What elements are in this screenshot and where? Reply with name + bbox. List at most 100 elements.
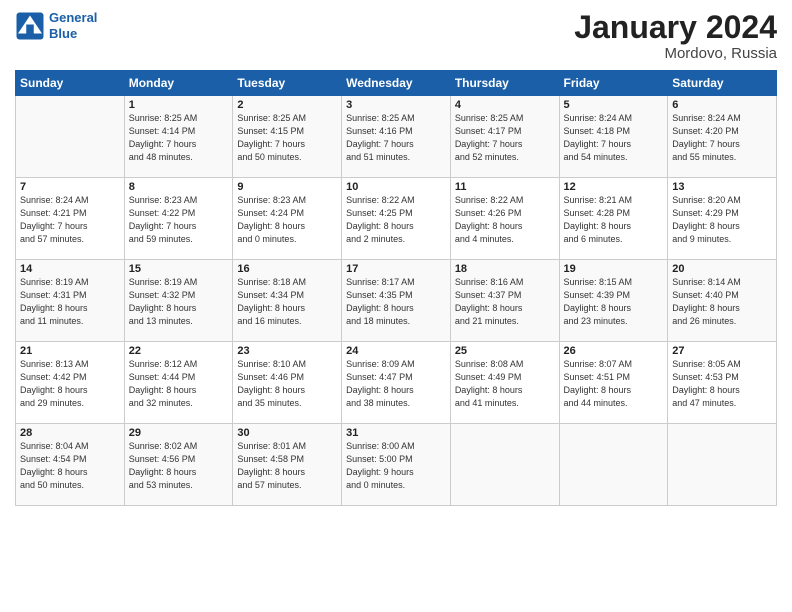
day-detail: Sunrise: 8:23 AMSunset: 4:24 PMDaylight:… (237, 194, 337, 246)
day-number: 1 (129, 99, 229, 111)
day-detail: Sunrise: 8:24 AMSunset: 4:21 PMDaylight:… (20, 194, 120, 246)
calendar-week-row: 14Sunrise: 8:19 AMSunset: 4:31 PMDayligh… (16, 260, 777, 342)
day-detail: Sunrise: 8:05 AMSunset: 4:53 PMDaylight:… (672, 358, 772, 410)
logo-icon (15, 11, 45, 41)
day-detail: Sunrise: 8:02 AMSunset: 4:56 PMDaylight:… (129, 440, 229, 492)
calendar-cell: 14Sunrise: 8:19 AMSunset: 4:31 PMDayligh… (16, 260, 125, 342)
weekday-header: Friday (559, 71, 668, 96)
day-number: 31 (346, 427, 446, 439)
day-number: 21 (20, 345, 120, 357)
calendar-week-row: 21Sunrise: 8:13 AMSunset: 4:42 PMDayligh… (16, 342, 777, 424)
calendar-cell (559, 424, 668, 506)
calendar-cell: 5Sunrise: 8:24 AMSunset: 4:18 PMDaylight… (559, 96, 668, 178)
calendar-cell (450, 424, 559, 506)
calendar-cell: 21Sunrise: 8:13 AMSunset: 4:42 PMDayligh… (16, 342, 125, 424)
day-detail: Sunrise: 8:25 AMSunset: 4:17 PMDaylight:… (455, 112, 555, 164)
calendar-cell: 23Sunrise: 8:10 AMSunset: 4:46 PMDayligh… (233, 342, 342, 424)
day-number: 11 (455, 181, 555, 193)
weekday-header: Wednesday (342, 71, 451, 96)
day-detail: Sunrise: 8:25 AMSunset: 4:14 PMDaylight:… (129, 112, 229, 164)
weekday-header: Sunday (16, 71, 125, 96)
day-number: 13 (672, 181, 772, 193)
day-number: 5 (564, 99, 664, 111)
logo-text: General Blue (49, 10, 97, 41)
day-number: 16 (237, 263, 337, 275)
day-number: 10 (346, 181, 446, 193)
day-detail: Sunrise: 8:12 AMSunset: 4:44 PMDaylight:… (129, 358, 229, 410)
calendar-cell: 27Sunrise: 8:05 AMSunset: 4:53 PMDayligh… (668, 342, 777, 424)
calendar-cell: 22Sunrise: 8:12 AMSunset: 4:44 PMDayligh… (124, 342, 233, 424)
calendar-cell (16, 96, 125, 178)
day-detail: Sunrise: 8:00 AMSunset: 5:00 PMDaylight:… (346, 440, 446, 492)
day-number: 4 (455, 99, 555, 111)
day-detail: Sunrise: 8:17 AMSunset: 4:35 PMDaylight:… (346, 276, 446, 328)
calendar-cell (668, 424, 777, 506)
day-number: 2 (237, 99, 337, 111)
day-number: 18 (455, 263, 555, 275)
day-detail: Sunrise: 8:10 AMSunset: 4:46 PMDaylight:… (237, 358, 337, 410)
day-number: 30 (237, 427, 337, 439)
day-number: 29 (129, 427, 229, 439)
day-number: 25 (455, 345, 555, 357)
day-detail: Sunrise: 8:24 AMSunset: 4:18 PMDaylight:… (564, 112, 664, 164)
day-number: 15 (129, 263, 229, 275)
calendar-cell: 4Sunrise: 8:25 AMSunset: 4:17 PMDaylight… (450, 96, 559, 178)
calendar-cell: 24Sunrise: 8:09 AMSunset: 4:47 PMDayligh… (342, 342, 451, 424)
calendar-cell: 28Sunrise: 8:04 AMSunset: 4:54 PMDayligh… (16, 424, 125, 506)
calendar-cell: 3Sunrise: 8:25 AMSunset: 4:16 PMDaylight… (342, 96, 451, 178)
calendar-cell: 30Sunrise: 8:01 AMSunset: 4:58 PMDayligh… (233, 424, 342, 506)
day-detail: Sunrise: 8:23 AMSunset: 4:22 PMDaylight:… (129, 194, 229, 246)
weekday-header: Monday (124, 71, 233, 96)
day-number: 28 (20, 427, 120, 439)
calendar-table: SundayMondayTuesdayWednesdayThursdayFrid… (15, 70, 777, 506)
calendar-cell: 8Sunrise: 8:23 AMSunset: 4:22 PMDaylight… (124, 178, 233, 260)
calendar-week-row: 28Sunrise: 8:04 AMSunset: 4:54 PMDayligh… (16, 424, 777, 506)
day-number: 26 (564, 345, 664, 357)
weekday-header: Saturday (668, 71, 777, 96)
location: Mordovo, Russia (574, 45, 777, 62)
day-number: 22 (129, 345, 229, 357)
day-detail: Sunrise: 8:13 AMSunset: 4:42 PMDaylight:… (20, 358, 120, 410)
title-block: January 2024 Mordovo, Russia (574, 10, 777, 62)
calendar-cell: 15Sunrise: 8:19 AMSunset: 4:32 PMDayligh… (124, 260, 233, 342)
day-detail: Sunrise: 8:19 AMSunset: 4:31 PMDaylight:… (20, 276, 120, 328)
header: General Blue January 2024 Mordovo, Russi… (15, 10, 777, 62)
day-detail: Sunrise: 8:09 AMSunset: 4:47 PMDaylight:… (346, 358, 446, 410)
calendar-week-row: 1Sunrise: 8:25 AMSunset: 4:14 PMDaylight… (16, 96, 777, 178)
day-number: 9 (237, 181, 337, 193)
calendar-week-row: 7Sunrise: 8:24 AMSunset: 4:21 PMDaylight… (16, 178, 777, 260)
calendar-cell: 9Sunrise: 8:23 AMSunset: 4:24 PMDaylight… (233, 178, 342, 260)
day-detail: Sunrise: 8:19 AMSunset: 4:32 PMDaylight:… (129, 276, 229, 328)
day-detail: Sunrise: 8:24 AMSunset: 4:20 PMDaylight:… (672, 112, 772, 164)
page: General Blue January 2024 Mordovo, Russi… (0, 0, 792, 612)
calendar-cell: 29Sunrise: 8:02 AMSunset: 4:56 PMDayligh… (124, 424, 233, 506)
day-number: 24 (346, 345, 446, 357)
day-number: 6 (672, 99, 772, 111)
day-detail: Sunrise: 8:20 AMSunset: 4:29 PMDaylight:… (672, 194, 772, 246)
day-number: 12 (564, 181, 664, 193)
day-number: 20 (672, 263, 772, 275)
calendar-cell: 31Sunrise: 8:00 AMSunset: 5:00 PMDayligh… (342, 424, 451, 506)
calendar-cell: 13Sunrise: 8:20 AMSunset: 4:29 PMDayligh… (668, 178, 777, 260)
calendar-cell: 20Sunrise: 8:14 AMSunset: 4:40 PMDayligh… (668, 260, 777, 342)
day-number: 19 (564, 263, 664, 275)
calendar-cell: 10Sunrise: 8:22 AMSunset: 4:25 PMDayligh… (342, 178, 451, 260)
day-detail: Sunrise: 8:18 AMSunset: 4:34 PMDaylight:… (237, 276, 337, 328)
calendar-cell: 18Sunrise: 8:16 AMSunset: 4:37 PMDayligh… (450, 260, 559, 342)
calendar-cell: 11Sunrise: 8:22 AMSunset: 4:26 PMDayligh… (450, 178, 559, 260)
calendar-cell: 6Sunrise: 8:24 AMSunset: 4:20 PMDaylight… (668, 96, 777, 178)
calendar-cell: 2Sunrise: 8:25 AMSunset: 4:15 PMDaylight… (233, 96, 342, 178)
day-number: 3 (346, 99, 446, 111)
day-detail: Sunrise: 8:25 AMSunset: 4:15 PMDaylight:… (237, 112, 337, 164)
day-detail: Sunrise: 8:15 AMSunset: 4:39 PMDaylight:… (564, 276, 664, 328)
logo: General Blue (15, 10, 97, 41)
day-number: 27 (672, 345, 772, 357)
day-detail: Sunrise: 8:16 AMSunset: 4:37 PMDaylight:… (455, 276, 555, 328)
day-detail: Sunrise: 8:07 AMSunset: 4:51 PMDaylight:… (564, 358, 664, 410)
calendar-cell: 26Sunrise: 8:07 AMSunset: 4:51 PMDayligh… (559, 342, 668, 424)
calendar-cell: 17Sunrise: 8:17 AMSunset: 4:35 PMDayligh… (342, 260, 451, 342)
day-detail: Sunrise: 8:22 AMSunset: 4:25 PMDaylight:… (346, 194, 446, 246)
month-title: January 2024 (574, 10, 777, 45)
calendar-cell: 1Sunrise: 8:25 AMSunset: 4:14 PMDaylight… (124, 96, 233, 178)
day-detail: Sunrise: 8:04 AMSunset: 4:54 PMDaylight:… (20, 440, 120, 492)
